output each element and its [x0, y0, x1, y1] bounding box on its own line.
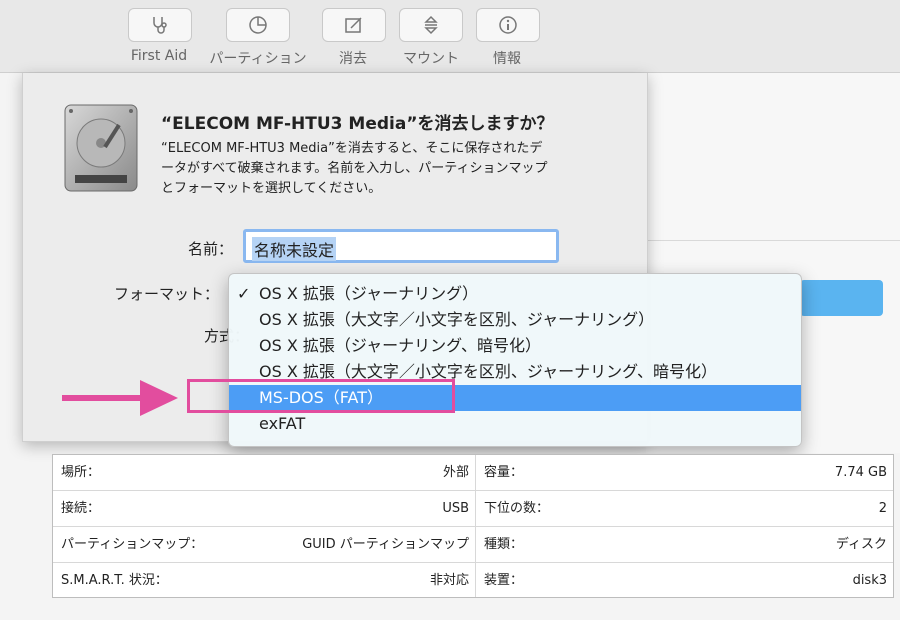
info-value: ディスク — [835, 537, 887, 552]
info-row-child-count: 下位の数： 2 — [476, 491, 893, 526]
stethoscope-icon — [153, 17, 167, 34]
format-menu: ✓ OS X 拡張（ジャーナリング） OS X 拡張（大文字／小文字を区別、ジャ… — [228, 273, 802, 447]
info-value: 2 — [878, 501, 887, 516]
dialog-description: “ELECOM MF-HTU3 Media”を消去すると、そこに保存されたデ ー… — [161, 139, 631, 199]
info-value: 非対応 — [429, 573, 469, 588]
info-value: 7.74 GB — [834, 465, 887, 480]
info-key: 下位の数： — [484, 501, 550, 516]
name-value: 名称未設定 — [252, 237, 337, 261]
annotation-arrow-icon — [62, 380, 178, 416]
description-line: ータがすべて破棄されます。名前を入力し、パーティションマップ — [161, 161, 548, 176]
checkmark-icon: ✓ — [237, 284, 251, 303]
toolbar: First Aid パーティション 消去 マウント 情報 — [0, 0, 900, 73]
info-value: disk3 — [852, 573, 887, 588]
format-label: フォーマット： — [113, 285, 219, 303]
erase-button[interactable]: 消去 — [322, 8, 386, 68]
info-row-smart-status: S.M.A.R.T. 状況： 非対応 — [53, 563, 475, 598]
info-key: 装置： — [484, 573, 524, 588]
info-row-connection: 接続： USB — [53, 491, 475, 526]
info-key: 接続： — [61, 501, 101, 516]
partition-button[interactable]: パーティション — [206, 8, 310, 68]
first-aid-label: First Aid — [130, 48, 188, 64]
name-label: 名前： — [187, 240, 233, 258]
partition-label: パーティション — [209, 51, 307, 67]
mount-button[interactable]: マウント — [398, 8, 464, 68]
info-key: 場所： — [61, 465, 101, 480]
info-icon — [499, 16, 517, 34]
dialog-title: “ELECOM MF-HTU3 Media”を消去しますか？ — [161, 114, 554, 134]
capacity-bar — [800, 280, 883, 316]
description-line: とフォーマットを選択してください。 — [161, 181, 382, 196]
info-value: 外部 — [442, 465, 469, 480]
info-value: GUID パーティションマップ — [302, 537, 469, 552]
menu-item-label: OS X 拡張（大文字／小文字を区別、ジャーナリング） — [259, 310, 655, 329]
name-field[interactable]: 名称未設定 — [243, 229, 559, 263]
hard-drive-icon — [64, 104, 138, 192]
erase-label: 消去 — [339, 51, 367, 67]
info-key: パーティションマップ： — [61, 537, 204, 552]
info-value: USB — [442, 501, 469, 516]
mount-icon — [424, 15, 438, 35]
annotation-highlight-box — [187, 379, 455, 413]
menu-item-label: OS X 拡張（ジャーナリング、暗号化） — [259, 336, 541, 355]
info-key: S.M.A.R.T. 状況： — [61, 573, 168, 588]
menu-item-label: exFAT — [259, 414, 306, 433]
info-button[interactable]: 情報 — [476, 8, 540, 68]
info-label: 情報 — [493, 51, 521, 67]
erase-icon — [345, 17, 362, 33]
menu-item-osx-journaled-encrypted[interactable]: OS X 拡張（ジャーナリング、暗号化） — [229, 333, 801, 359]
description-line: “ELECOM MF-HTU3 Media”を消去すると、そこに保存されたデ — [161, 141, 543, 156]
divider — [646, 240, 900, 241]
menu-item-label: OS X 拡張（ジャーナリング） — [259, 284, 479, 303]
menu-item-exfat[interactable]: exFAT — [229, 411, 801, 437]
menu-item-osx-journaled[interactable]: ✓ OS X 拡張（ジャーナリング） — [229, 281, 801, 307]
mount-label: マウント — [403, 51, 459, 67]
info-key: 容量： — [484, 465, 524, 480]
info-key: 種類： — [484, 537, 524, 552]
menu-item-osx-case-journaled[interactable]: OS X 拡張（大文字／小文字を区別、ジャーナリング） — [229, 307, 801, 333]
info-row-type: 種類： ディスク — [476, 527, 893, 562]
pie-chart-icon — [249, 16, 267, 34]
info-table: 場所： 外部 接続： USB パーティションマップ： GUID パーティションマ… — [52, 454, 894, 598]
info-row-partition-map: パーティションマップ： GUID パーティションマップ — [53, 527, 475, 562]
info-row-location: 場所： 外部 — [53, 455, 475, 490]
first-aid-button[interactable]: First Aid — [128, 8, 192, 64]
info-row-device: 装置： disk3 — [476, 563, 893, 598]
info-row-capacity: 容量： 7.74 GB — [476, 455, 893, 490]
